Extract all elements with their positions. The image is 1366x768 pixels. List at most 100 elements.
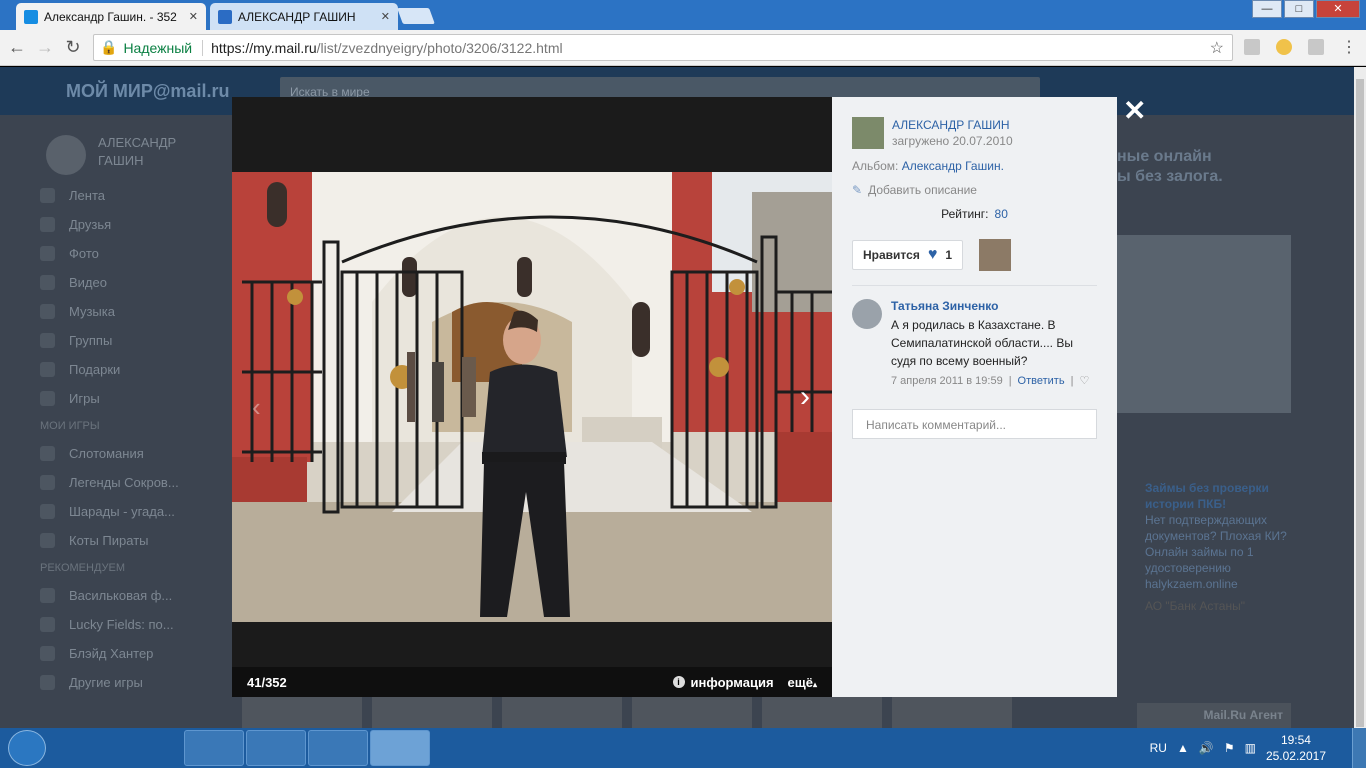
start-button-icon[interactable] [8,730,46,766]
tab-close-icon[interactable]: ✕ [189,10,198,23]
back-arrow-icon[interactable]: ← [6,37,28,58]
weather-extension-icon[interactable] [1276,39,1292,55]
show-desktop-button[interactable] [1352,728,1366,768]
author-name[interactable]: АЛЕКСАНДР ГАШИН [892,117,1013,133]
play-favicon-icon [218,9,232,24]
liker-avatar[interactable] [979,239,1012,271]
lock-icon: 🔒 [100,39,118,55]
flag-icon[interactable]: ⚑ [1224,741,1235,755]
extension-icon[interactable] [1244,39,1260,55]
ie-icon[interactable] [60,730,120,766]
clock[interactable]: 19:54 25.02.2017 [1266,732,1326,764]
volume-icon[interactable]: 🔊 [1199,741,1214,755]
mail-agent-bar: Mail.Ru Агент [1137,703,1291,728]
game-icon [40,646,55,661]
thumbnail [372,697,492,728]
game-icon [40,617,55,632]
photo-viewer: ‹ › 41/352 i информация ещё▴ АЛЕКСАНДР Г… [232,97,1117,697]
tab-close-icon[interactable]: ✕ [381,10,390,23]
prev-photo-arrow-icon[interactable]: ‹ [252,392,261,423]
info-label: информация [690,674,774,690]
url-host: https://my.mail.ru [211,39,317,56]
game-icon [40,446,55,461]
media-player-icon[interactable] [184,730,244,766]
comment-text: А я родилась в Казахстане. В Семипалатин… [891,318,1073,368]
search-extension-icon[interactable] [1308,39,1324,55]
comment-input[interactable]: Написать комментарий... [852,409,1097,439]
friends-icon [40,217,55,232]
add-description-label: Добавить описание [868,183,977,197]
rating-line: Рейтинг: 80 [852,207,1097,221]
site-logo: МОЙ МИР@mail.ru [66,81,230,101]
tab-title: АЛЕКСАНДР ГАШИН [238,9,356,24]
chrome-icon[interactable] [370,730,430,766]
url-path: /list/zvezdnyeigry/photo/3206/3122.html [316,39,563,56]
close-viewer-icon[interactable]: ✕ [1123,94,1146,127]
page-scrollbar[interactable] [1354,67,1366,728]
sidebar-header: РЕКОМЕНДУЕМ [40,562,126,574]
menu-dots-icon[interactable]: ⋮ [1338,37,1360,57]
reload-icon[interactable]: ↻ [62,37,84,58]
rating-label: Рейтинг: [941,207,989,221]
clock-date: 25.02.2017 [1265,749,1326,763]
tab-active[interactable]: Александр Гашин. - 352 ✕ [16,3,206,30]
games-icon [40,391,55,406]
sidebar-item: Видео [40,268,220,297]
yandex-browser-icon[interactable] [308,730,368,766]
bookmark-star-icon[interactable]: ☆ [1210,38,1224,58]
network-icon[interactable]: ▥ [1245,741,1256,755]
maximize-button[interactable]: □ [1284,0,1314,18]
next-photo-arrow-icon[interactable]: › [800,380,810,414]
mail-favicon-icon [24,9,38,24]
address-bar[interactable]: 🔒 Надежный https://my.mail.ru/list/zvezd… [93,34,1233,61]
secure-label: Надежный [123,39,193,56]
ad-link: halykzaem.online [1145,577,1238,591]
browser-toolbar: ← → ↻ 🔒 Надежный https://my.mail.ru/list… [0,30,1366,66]
ad-block: Займы без проверки истории ПКБ! Нет подт… [1145,480,1290,614]
sidebar-menu: Лента Друзья Фото Видео Музыка Группы По… [40,181,220,697]
add-description-button[interactable]: ✎ Добавить описание [852,183,1097,197]
forward-arrow-icon[interactable]: → [34,37,56,58]
info-button[interactable]: i информация [672,674,774,690]
taskbar: RU ▲ 🔊 ⚑ ▥ 19:54 25.02.2017 [0,728,1366,768]
comment-like-heart-icon[interactable]: ♡ [1079,374,1089,387]
sidebar-item: Другие игры [40,668,220,697]
album-link[interactable]: Александр Гашин. [902,159,1004,173]
game-icon [40,675,55,690]
church-photo-image [232,172,832,622]
game-icon [40,588,55,603]
scrollbar-thumb[interactable] [1356,79,1364,727]
upload-date: загружено 20.07.2010 [892,134,1013,148]
comment-item: Татьяна Зинченко А я родилась в Казахста… [852,299,1097,387]
photo[interactable] [232,172,832,622]
divider: | [1070,374,1074,387]
sidebar-item: Слотомания [40,439,220,468]
tray-expand-icon[interactable]: ▲ [1177,741,1189,755]
more-button[interactable]: ещё▴ [788,675,817,690]
close-window-button[interactable]: ✕ [1316,0,1360,18]
like-button[interactable]: Нравится ♥ 1 [852,240,964,270]
ad-bank: АО "Банк Астаны" [1145,599,1245,613]
thumbnail [502,697,622,728]
sidebar-item: Коты Пираты [40,526,220,555]
game-icon [40,475,55,490]
explorer-icon[interactable] [122,730,182,766]
commenter-name[interactable]: Татьяна Зинченко [891,299,1097,314]
mail-agent-icon[interactable] [246,730,306,766]
commenter-avatar[interactable] [852,299,882,329]
tab-inactive[interactable]: АЛЕКСАНДР ГАШИН ✕ [210,3,398,30]
language-indicator[interactable]: RU [1150,741,1167,755]
info-icon: i [672,676,685,688]
sidebar-item: Васильковая ф... [40,581,220,610]
new-tab-button[interactable] [397,8,435,24]
video-icon [40,275,55,290]
sidebar-item: Фото [40,239,220,268]
rating-value[interactable]: 80 [995,207,1008,221]
game-icon [40,533,55,548]
author-avatar[interactable] [852,117,884,149]
reply-link[interactable]: Ответить [1018,375,1065,387]
user-name: АЛЕКСАНДР ГАШИН [98,135,177,168]
photo-bottom-bar: 41/352 i информация ещё▴ [232,667,832,697]
minimize-button[interactable]: — [1252,0,1282,18]
album-line: Альбом: Александр Гашин. [852,159,1097,173]
